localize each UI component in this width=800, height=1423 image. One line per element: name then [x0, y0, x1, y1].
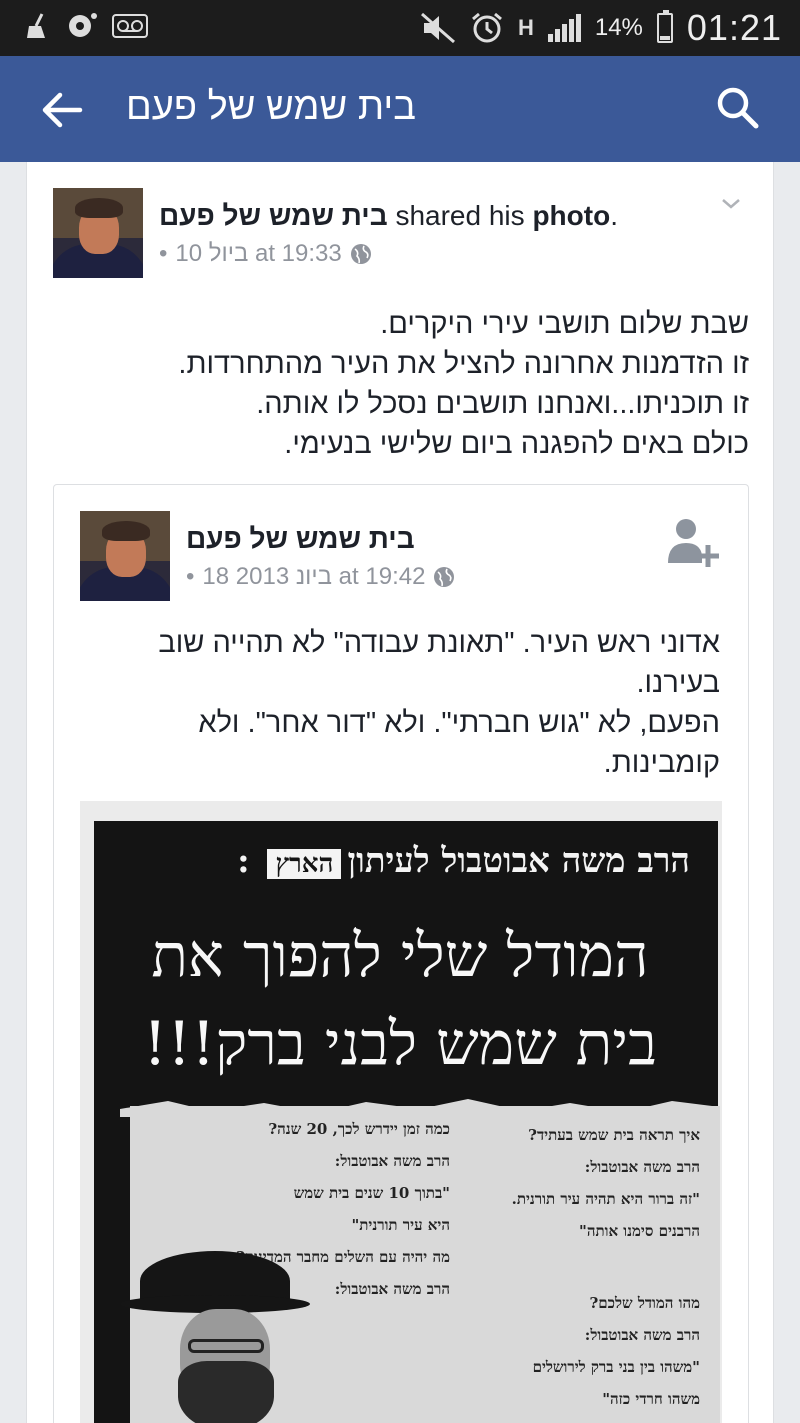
newspaper-headline-1: המודל שלי להפוך את: [151, 921, 649, 991]
battery-icon: [656, 10, 673, 43]
photo-icon: [69, 13, 97, 37]
bullet: •: [186, 563, 195, 590]
newspaper-kicker-end: :: [237, 841, 262, 881]
newspaper-text: היא עיר תורנית": [351, 1216, 450, 1234]
app-bar: בית שמש של פעם: [0, 56, 800, 162]
rabbi-portrait: [120, 1251, 310, 1423]
bullet: •: [159, 240, 168, 267]
newspaper-text: מהו המודל שלכם?: [589, 1294, 700, 1312]
shared-text-line: אדוני ראש העיר. "תאונת עבודה" לא תהייה ש…: [158, 627, 720, 659]
post-text-line: זו הזדמנות אחרונה להציל את העיר מהתחרדות…: [178, 348, 749, 380]
post-text-line: כולם באים להפגנה ביום שלישי בנעימי.: [284, 428, 749, 460]
alarm-icon: [472, 12, 502, 43]
signal-icon: [547, 14, 581, 42]
shared-timestamp[interactable]: 18 ביונ 2013 at 19:42: [202, 563, 425, 591]
shared-post[interactable]: בית שמש של פעם • 18 ביונ 2013 at 19:42 א…: [53, 484, 749, 1423]
post-timestamp[interactable]: 10 ביול at 19:33: [175, 240, 341, 268]
chevron-down-icon[interactable]: [719, 192, 743, 216]
arrow-left-icon[interactable]: [36, 84, 88, 136]
network-type: H: [517, 15, 534, 40]
newspaper-text: משהו חרדי כזה": [602, 1390, 700, 1408]
newspaper-text: "זה ברור היא תהיה עיר תורנית.: [511, 1190, 700, 1208]
newspaper-kicker: הרב משה אבוטבול לעיתוןהארץ :: [110, 841, 690, 881]
globe-icon: [434, 567, 455, 587]
newspaper-text: "בתוך 10 שנים בית שמש: [293, 1184, 450, 1202]
post-text-line: זו תוכניתו...ואנחנו תושבים נסכל לו אותה.: [256, 388, 749, 420]
newspaper-text: הרב משה אבוטבול:: [584, 1158, 700, 1176]
post-action-object[interactable]: photo: [532, 200, 610, 231]
post-text: שבת שלום תושבי עירי היקרים. זו הזדמנות א…: [87, 304, 749, 464]
add-friend-icon[interactable]: [666, 515, 720, 569]
clock: 01:21: [686, 7, 782, 48]
newspaper-tag: הארץ: [267, 849, 342, 879]
search-icon[interactable]: [712, 82, 764, 134]
post-header: בית שמש של פעם shared his photo.: [159, 200, 618, 232]
shared-avatar[interactable]: [80, 511, 170, 601]
post-author[interactable]: בית שמש של פעם: [159, 200, 388, 232]
shared-author[interactable]: בית שמש של פעם: [186, 523, 415, 555]
shared-text: אדוני ראש העיר. "תאונת עבודה" לא תהייה ש…: [80, 623, 720, 783]
shared-text-line: קומבינות.: [603, 747, 720, 779]
shared-text-line: הפעם, לא "גוש חברתי". ולא "דור אחר". ולא: [198, 707, 720, 739]
newspaper-text: הרבנים סימנו אותה": [579, 1222, 700, 1240]
newspaper-headline-2: בית שמש לבני ברק!!!: [142, 1009, 658, 1079]
shared-photo[interactable]: הרב משה אבוטבול לעיתוןהארץ : המודל שלי ל…: [80, 801, 722, 1423]
post-action: shared his: [387, 200, 533, 231]
newspaper-text: "משהו בין בני ברק לירושלים: [532, 1358, 700, 1376]
status-bar: H 14% 01:21: [0, 0, 800, 56]
newspaper-column-right: איך תראה בית שמש בעתיד? הרב משה אבוטבול:…: [470, 1119, 700, 1415]
newspaper-text: הרב משה אבוטבול:: [334, 1152, 450, 1170]
page-title: בית שמש של פעם: [126, 86, 416, 128]
mute-icon: [420, 12, 455, 44]
voicemail-icon: [112, 14, 148, 38]
post-action-end: .: [610, 200, 618, 231]
shared-meta: • 18 ביונ 2013 at 19:42: [186, 563, 455, 591]
globe-icon: [350, 244, 371, 264]
newspaper-text: כמה זמן יידרש לכך, 20 שנה?: [268, 1120, 450, 1138]
newspaper-text: הרב משה אבוטבול:: [584, 1326, 700, 1344]
post-meta: • 10 ביול at 19:33: [159, 240, 372, 268]
battery-percent: 14%: [594, 14, 643, 41]
post-card: בית שמש של פעם shared his photo. • 10 בי…: [26, 162, 774, 1423]
broom-icon: [27, 13, 45, 38]
shared-text-line: בעירנו.: [636, 667, 720, 699]
newspaper-kicker-text: הרב משה אבוטבול לעיתון: [347, 841, 690, 881]
avatar[interactable]: [53, 188, 143, 278]
post-text-line: שבת שלום תושבי עירי היקרים.: [380, 308, 749, 340]
newspaper-text: איך תראה בית שמש בעתיד?: [528, 1126, 700, 1144]
